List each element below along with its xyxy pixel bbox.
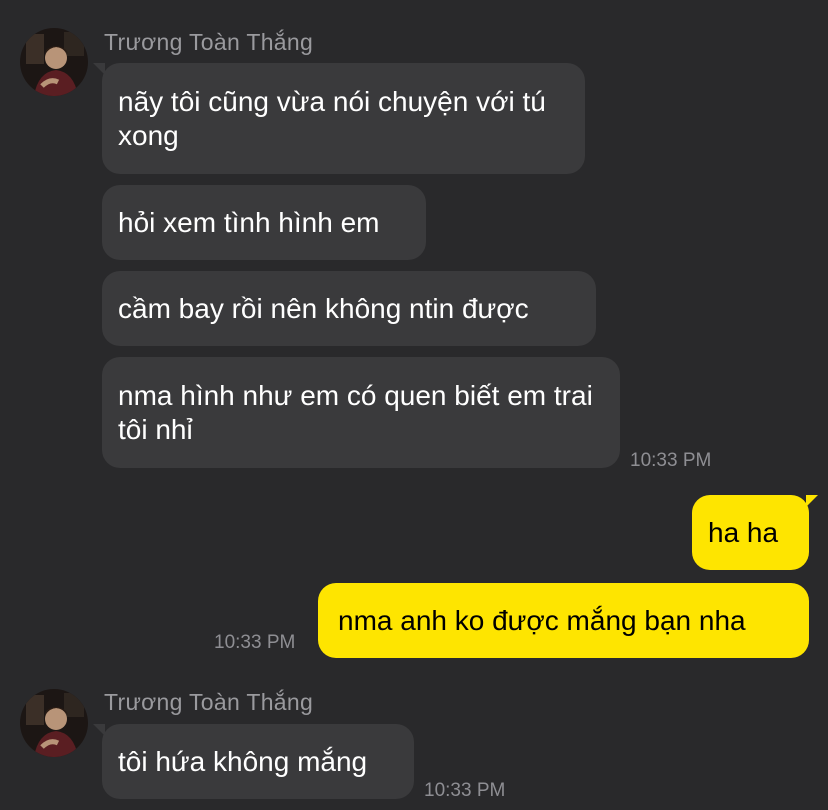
sender-name[interactable]: Trương Toàn Thắng [104,29,313,56]
message-text: hỏi xem tình hình em [118,206,380,238]
message-text: cầm bay rồi nên không ntin được [118,292,529,324]
message-bubble[interactable]: ha ha [692,495,818,570]
message-text: ha ha [708,516,779,548]
message-timestamp: 10:33 PM [214,632,296,653]
message-bubble[interactable]: hỏi xem tình hình em [102,185,426,260]
sender-name[interactable]: Trương Toàn Thắng [104,689,313,716]
message-text: tôi hứa không mắng [118,745,368,777]
message-bubble[interactable]: nma hình như em có quen biết em trai tôi… [102,357,620,468]
contact-avatar-icon[interactable] [20,689,88,757]
message-bubble[interactable]: nma anh ko được mắng bạn nha [318,583,809,658]
message-timestamp: 10:33 PM [630,450,712,471]
message-timestamp: 10:33 PM [424,780,506,801]
message-bubble[interactable]: tôi hứa không mắng [93,724,414,799]
contact-avatar-icon[interactable] [20,28,88,96]
message-bubble[interactable]: nãy tôi cũng vừa nói chuyện với tú xong [93,63,585,174]
message-text: nma anh ko được mắng bạn nha [338,604,746,636]
message-bubble[interactable]: cầm bay rồi nên không ntin được [102,271,596,346]
chat-screen: Trương Toàn Thắng nãy tôi cũng vừa nói c… [0,0,828,810]
message-text: nma hình như em có quen biết em trai tôi… [118,379,593,445]
message-text: nãy tôi cũng vừa nói chuyện với tú xong [118,85,546,151]
